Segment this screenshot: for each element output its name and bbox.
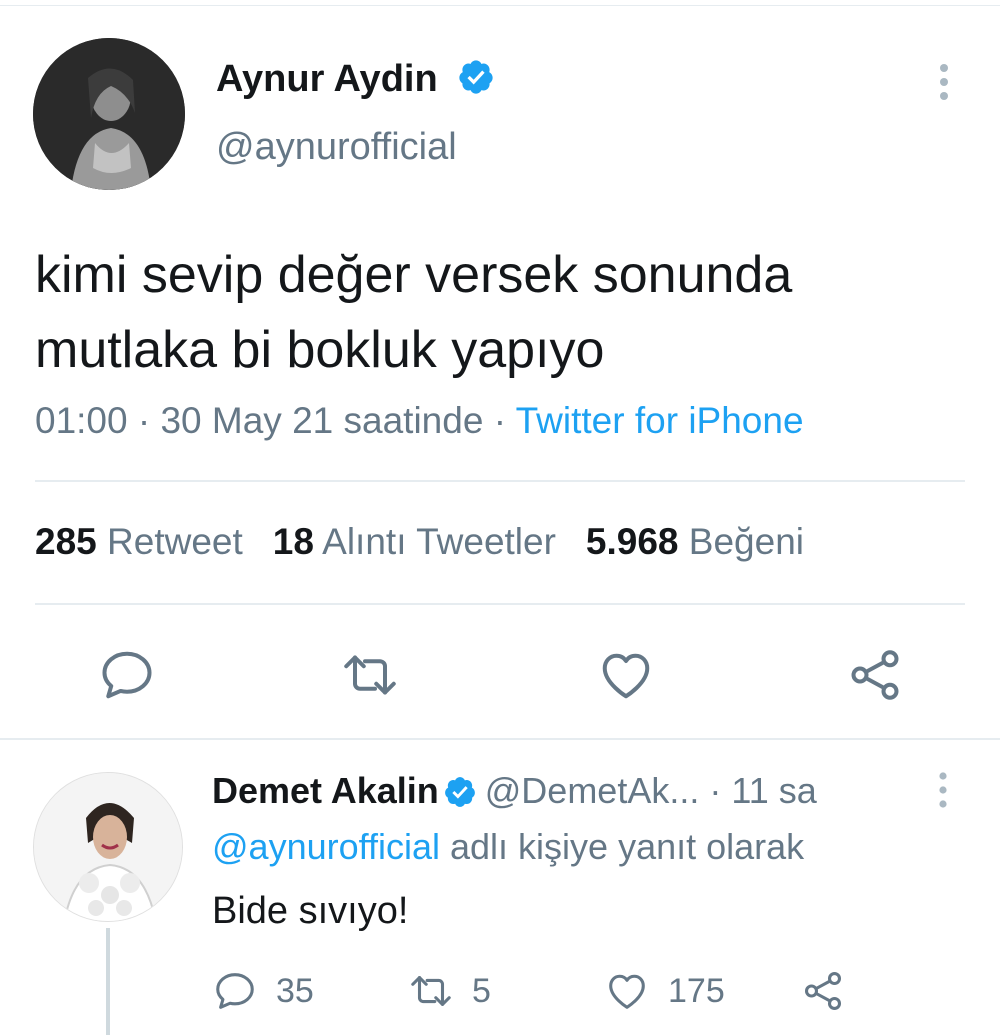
tweet-metadata: 01:00 · 30 May 21 saatinde · Twitter for… [35, 400, 804, 442]
reply-reply-button[interactable]: 35 [212, 966, 314, 1016]
like-count: 5.968 [585, 521, 679, 562]
reply-timestamp: · 11 sa [709, 770, 817, 811]
reply-like-button[interactable]: 175 [604, 966, 725, 1016]
thread-line [106, 928, 110, 1035]
verified-badge-icon [444, 777, 475, 807]
reply-share-button[interactable] [800, 966, 864, 1016]
quote-label: Alıntı Tweetler [322, 521, 556, 562]
tweet-stats: 285 Retweet 18 Alıntı Tweetler 5.968 Beğen… [35, 521, 804, 563]
reply-author-name[interactable]: Demet Akalin [212, 770, 439, 811]
quote-stat[interactable]: 18 Alıntı Tweetler [273, 521, 556, 562]
tweet-source-link[interactable]: Twitter for iPhone [516, 400, 804, 441]
more-options-icon[interactable] [930, 62, 958, 102]
replying-to-mention[interactable]: @aynurofficial [212, 826, 440, 867]
share-icon[interactable] [845, 645, 905, 705]
divider [0, 738, 1000, 740]
author-name[interactable]: Aynur Aydin [216, 58, 438, 101]
retweet-icon [411, 976, 451, 1006]
retweet-count: 5 [472, 971, 491, 1010]
reply-author-handle[interactable]: @DemetAk... [485, 770, 700, 811]
reply-text: Bide sıvıyo! [212, 890, 409, 932]
top-divider [0, 0, 1000, 6]
reply-count: 35 [276, 971, 314, 1010]
author-handle[interactable]: @aynurofficial [216, 126, 457, 169]
like-stat[interactable]: 5.968 Beğeni [586, 521, 804, 562]
more-options-icon[interactable] [930, 770, 956, 810]
divider [35, 603, 965, 605]
retweet-icon[interactable] [340, 645, 400, 705]
retweet-stat[interactable]: 285 Retweet [35, 521, 243, 562]
tweet-text: kimi sevip değer versek sonunda mutlaka … [35, 246, 793, 379]
replying-to: @aynurofficial adlı kişiye yanıt olarak [212, 826, 804, 868]
like-label: Beğeni [688, 521, 805, 562]
share-icon [804, 972, 842, 1010]
retweet-count: 285 [35, 521, 97, 562]
quote-count: 18 [272, 521, 314, 562]
divider [35, 480, 965, 482]
reply-header: Demet Akalin @DemetAk... · 11 sa [212, 770, 817, 812]
reply-icon [216, 973, 254, 1009]
retweet-label: Retweet [107, 521, 243, 562]
tweet-timestamp: 01:00 · 30 May 21 saatinde · [35, 400, 516, 441]
reply-icon[interactable] [97, 645, 157, 705]
like-icon [609, 974, 645, 1009]
like-icon[interactable] [596, 645, 656, 705]
author-avatar[interactable] [33, 38, 185, 190]
reply-retweet-button[interactable]: 5 [408, 966, 491, 1016]
replying-to-label: adlı kişiye yanıt olarak [440, 826, 805, 867]
verified-badge-icon [459, 60, 493, 94]
reply-author-avatar[interactable] [33, 772, 183, 922]
like-count: 175 [668, 971, 725, 1010]
